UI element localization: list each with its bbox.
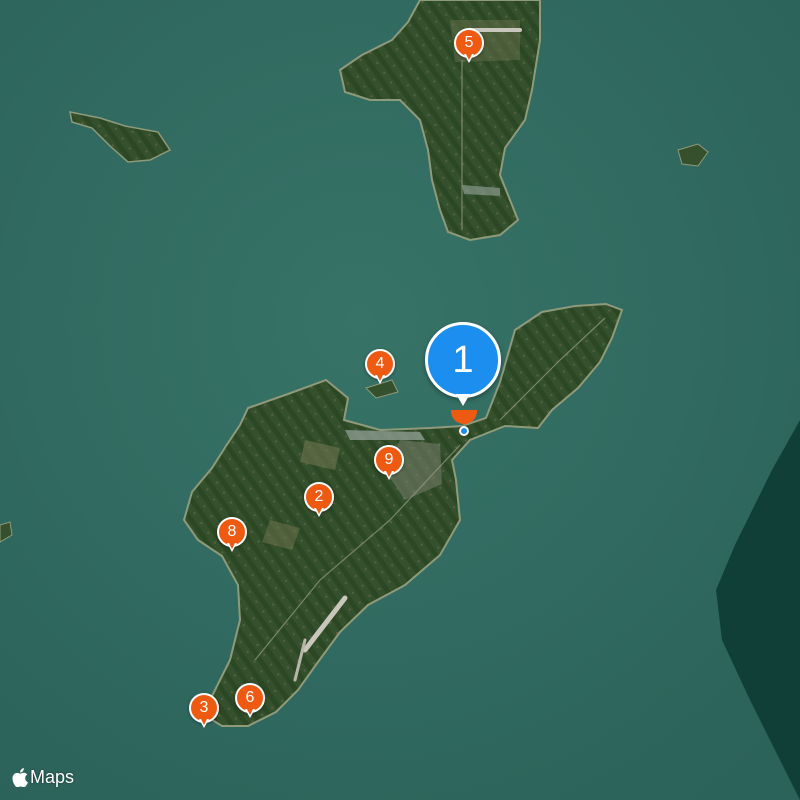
marker-label: 8 (227, 523, 237, 540)
map-marker-1[interactable]: 1 (425, 322, 501, 414)
marker-label: 9 (384, 451, 394, 468)
marker-tail-fill (247, 709, 253, 715)
marker-tail (456, 394, 470, 406)
lake-water (0, 0, 800, 800)
satellite-map-imagery (0, 0, 800, 800)
marker-tail-fill (201, 719, 207, 725)
marker-tail-fill (316, 508, 322, 514)
map-pin-icon: 1 (425, 322, 501, 398)
marker-label: 4 (375, 355, 385, 372)
marker-label: 3 (199, 699, 209, 716)
marker-tail-fill (229, 543, 235, 549)
map-marker-6[interactable]: 6 (235, 683, 265, 721)
marker-label: 1 (452, 338, 474, 381)
marker-tail-fill (386, 471, 392, 477)
map-view[interactable]: 1 2 3 4 5 6 8 9 Maps (0, 0, 800, 800)
map-marker-9[interactable]: 9 (374, 445, 404, 483)
current-location-dot (459, 426, 469, 436)
map-marker-3[interactable]: 3 (189, 693, 219, 731)
attribution-text: Maps (30, 767, 75, 787)
marker-tail-fill (377, 375, 383, 381)
apple-logo-icon (12, 768, 28, 787)
marker-tail-fill (466, 54, 472, 60)
map-marker-2[interactable]: 2 (304, 482, 334, 520)
marker-label: 6 (245, 689, 255, 706)
marker-label: 5 (464, 34, 474, 51)
map-marker-4[interactable]: 4 (365, 349, 395, 387)
marker-label: 2 (314, 488, 324, 505)
maps-attribution[interactable]: Maps (12, 767, 74, 788)
map-marker-5[interactable]: 5 (454, 28, 484, 66)
map-marker-8[interactable]: 8 (217, 517, 247, 555)
